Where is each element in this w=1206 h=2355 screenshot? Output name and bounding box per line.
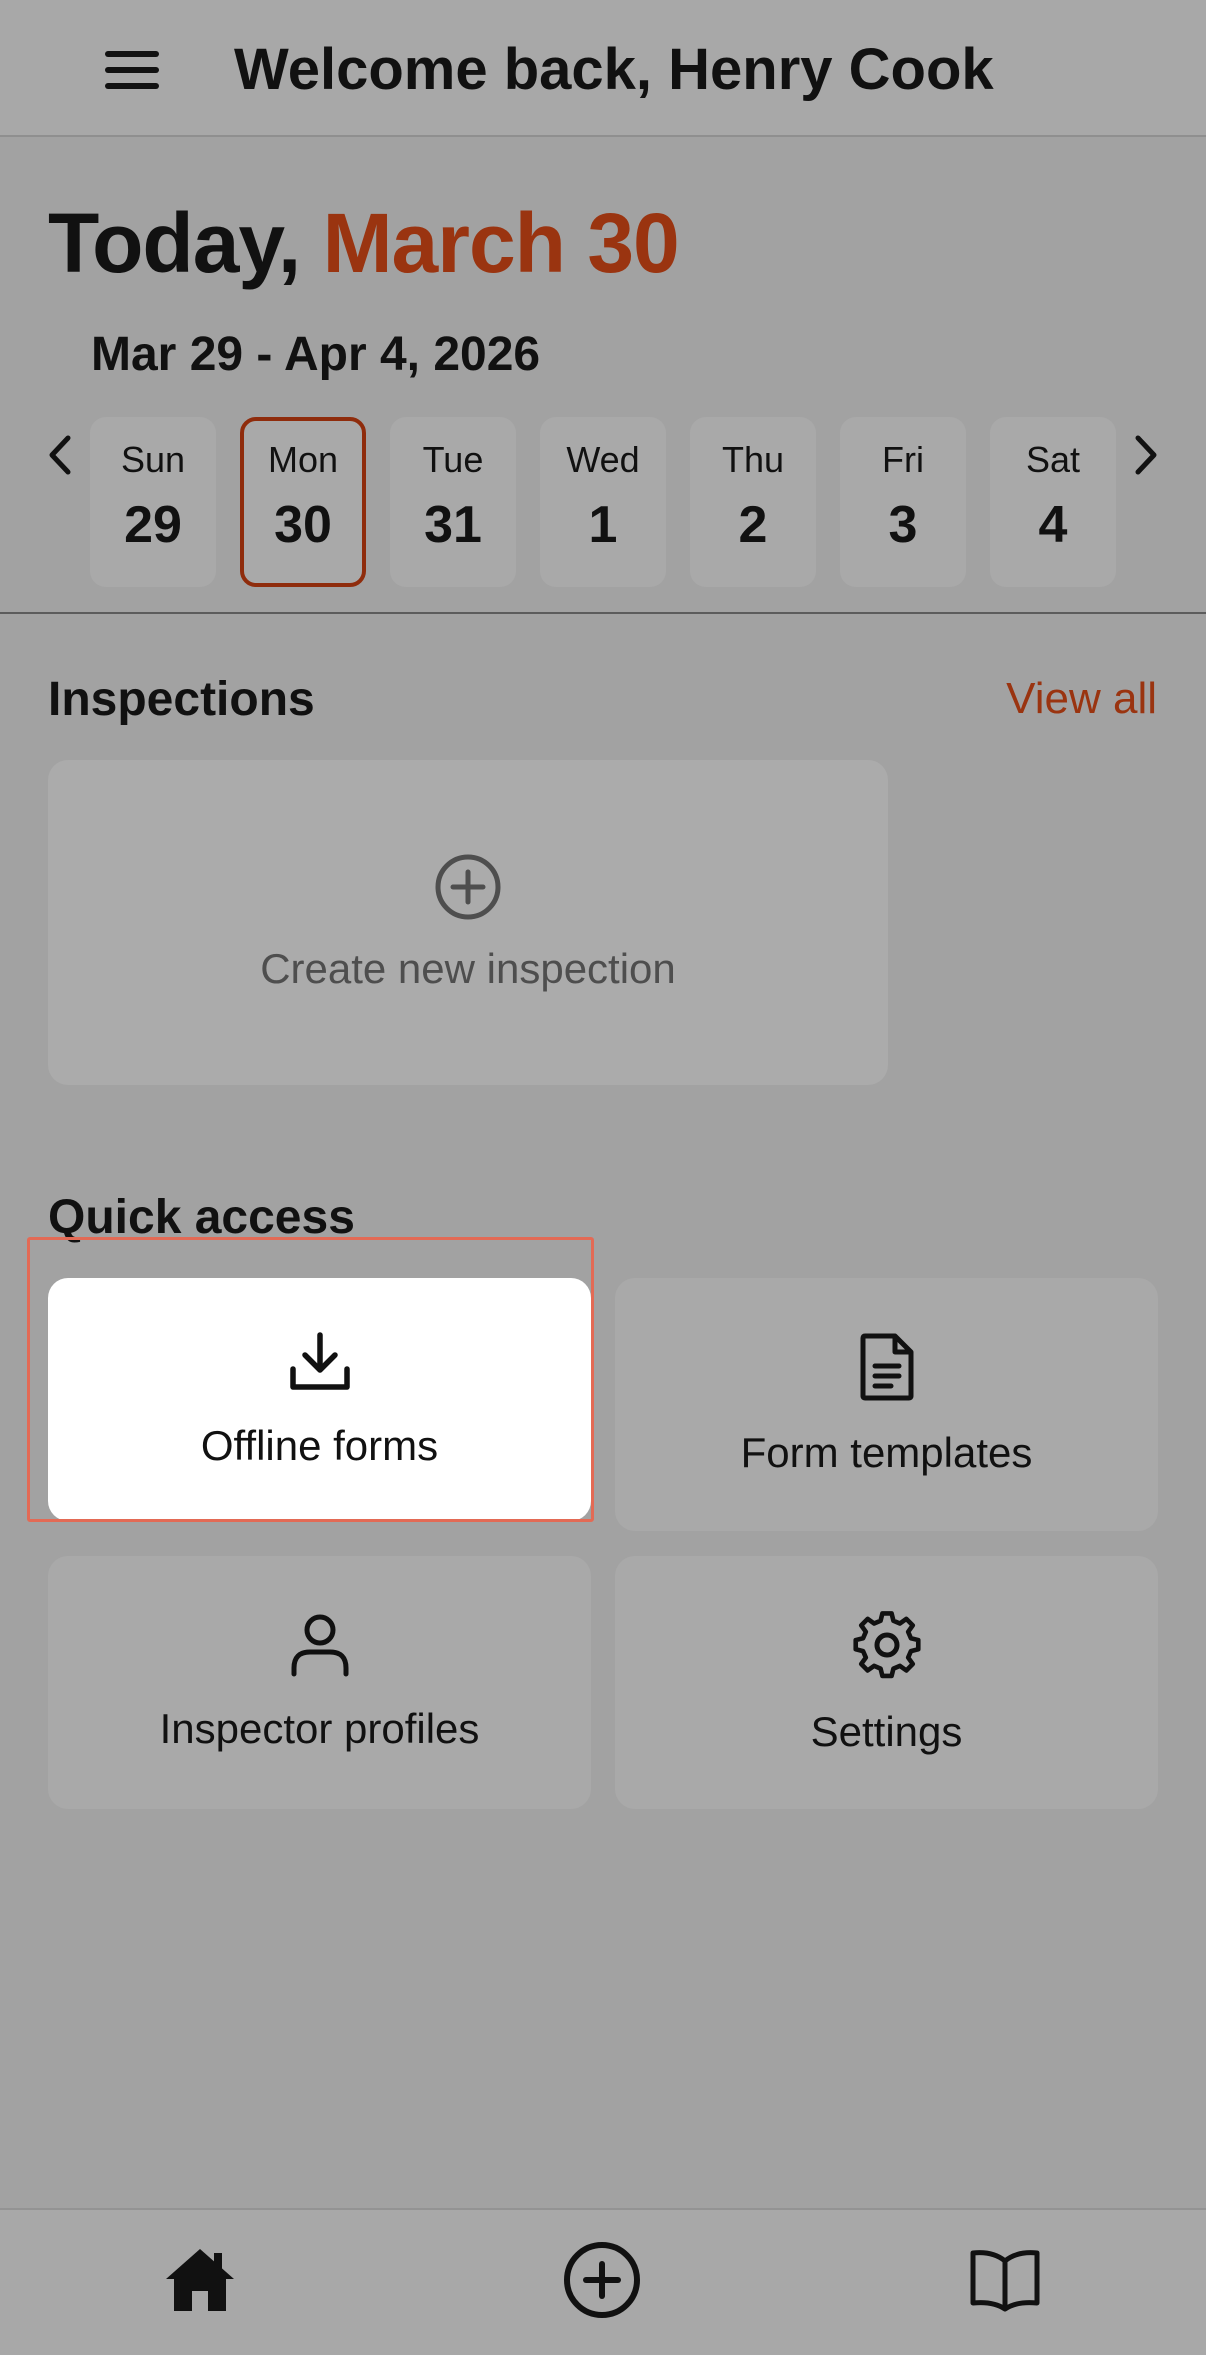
day-fri[interactable]: Fri 3 <box>840 417 966 587</box>
header-title: Welcome back, Henry Cook <box>234 37 994 102</box>
day-name: Tue <box>422 439 484 480</box>
download-icon <box>287 1329 353 1400</box>
day-sat[interactable]: Sat 4 <box>990 417 1116 587</box>
previous-week-button[interactable] <box>30 420 90 490</box>
tile-label: Settings <box>810 1708 963 1755</box>
top-app-bar: Welcome back, Henry Cook <box>0 0 1206 137</box>
view-all-link[interactable]: View all <box>1006 674 1157 724</box>
day-tue[interactable]: Tue 31 <box>390 417 516 587</box>
day-name: Sun <box>120 439 186 480</box>
create-inspection-card[interactable]: Create new inspection <box>48 760 888 1085</box>
day-mon-selected[interactable]: Mon 30 <box>240 417 366 587</box>
day-wed[interactable]: Wed 1 <box>540 417 666 587</box>
form-templates-tile[interactable]: Form templates <box>615 1278 1158 1531</box>
document-icon <box>857 1332 917 1407</box>
add-circle-icon <box>433 852 503 927</box>
today-heading: Today, March 30 <box>48 195 680 292</box>
day-number: 31 <box>424 496 482 554</box>
tile-label: Form templates <box>740 1429 1033 1476</box>
today-prefix: Today, <box>48 196 301 290</box>
user-icon <box>288 1612 352 1683</box>
day-number: 30 <box>274 496 332 554</box>
day-number: 3 <box>888 496 918 554</box>
offline-forms-tile[interactable]: Offline forms <box>48 1278 591 1521</box>
tile-label: Offline forms <box>200 1422 439 1469</box>
day-name: Thu <box>721 439 785 480</box>
day-sun[interactable]: Sun 29 <box>90 417 216 587</box>
week-divider <box>0 612 1206 614</box>
create-inspection-label: Create new inspection <box>260 945 676 992</box>
gear-icon <box>851 1609 923 1686</box>
tile-label: Inspector profiles <box>159 1705 480 1752</box>
day-number: 29 <box>124 496 182 554</box>
day-number: 1 <box>588 496 618 554</box>
quick-access-title: Quick access <box>48 1191 355 1244</box>
settings-tile[interactable]: Settings <box>615 1556 1158 1809</box>
day-number: 2 <box>738 496 768 554</box>
day-name: Wed <box>566 439 640 480</box>
inspector-profiles-tile[interactable]: Inspector profiles <box>48 1556 591 1809</box>
book-icon[interactable] <box>955 2230 1055 2330</box>
day-name: Mon <box>267 439 339 480</box>
week-range: Mar 29 - Apr 4, 2026 <box>91 328 541 381</box>
day-number: 4 <box>1038 496 1068 554</box>
next-week-button[interactable] <box>1116 420 1176 490</box>
day-thu[interactable]: Thu 2 <box>690 417 816 587</box>
home-icon[interactable] <box>150 2230 250 2330</box>
add-circle-icon[interactable] <box>552 2230 652 2330</box>
day-name: Sat <box>1025 439 1081 480</box>
day-name: Fri <box>882 439 924 480</box>
hamburger-menu-icon[interactable] <box>96 40 168 100</box>
inspections-title: Inspections <box>48 673 315 726</box>
today-date: March 30 <box>322 196 680 290</box>
